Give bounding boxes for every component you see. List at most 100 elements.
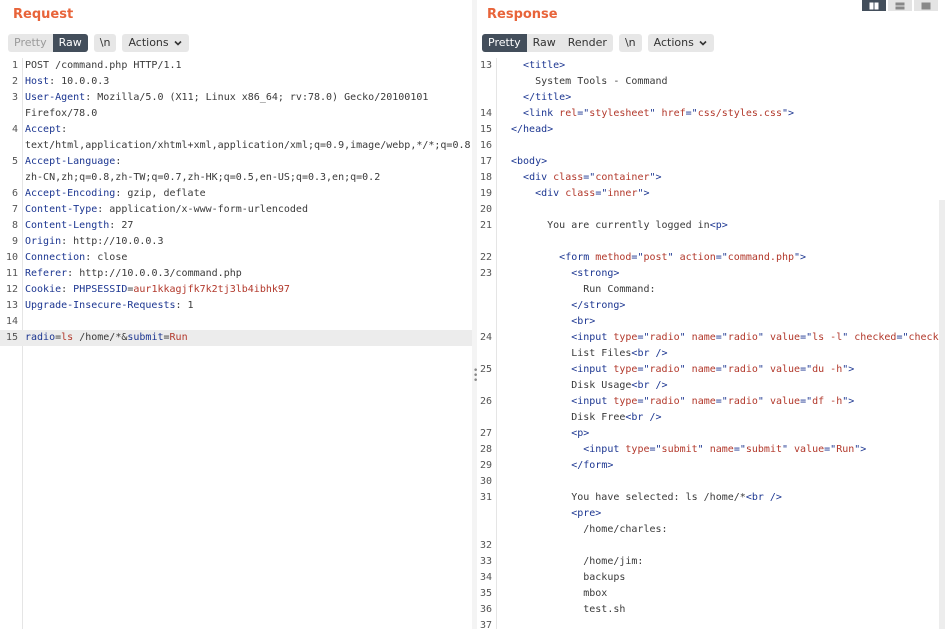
line-number: 6	[11, 188, 18, 199]
response-code-line	[477, 234, 945, 250]
response-render-button[interactable]: Render	[562, 34, 613, 52]
code-token: List Files	[511, 348, 632, 359]
response-code-line: 26 <input type="radio" name="radio" valu…	[477, 394, 945, 410]
line-number: 12	[5, 284, 18, 295]
response-code-line: 27 <p>	[477, 426, 945, 442]
request-actions-label: Actions	[128, 36, 169, 49]
code-token: <br />	[631, 348, 668, 359]
line-number: 14	[5, 316, 18, 327]
request-code-line: 5 Accept-Language:	[0, 154, 472, 170]
response-editor[interactable]: 13 <title> System Tools - Command </titl…	[477, 58, 945, 629]
code-token: ">	[854, 444, 867, 455]
line-number: 34	[479, 572, 492, 583]
code-text: </strong>	[511, 298, 625, 314]
response-code-line: 31 You have selected: ls /home/*<br />	[477, 490, 945, 506]
code-text: test.sh	[511, 602, 625, 618]
line-number: 20	[479, 204, 492, 215]
request-code-line: 7 Content-Type: application/x-www-form-ur…	[0, 202, 472, 218]
line-number: 30	[479, 476, 492, 487]
code-text: radio=ls /home/*&submit=Run	[25, 330, 188, 346]
response-pretty-button[interactable]: Pretty	[482, 34, 527, 52]
code-text: <body>	[511, 154, 547, 170]
response-code-line: 30	[477, 474, 945, 490]
response-scrollbar[interactable]	[939, 200, 945, 629]
code-text: POST /command.php HTTP/1.1	[25, 58, 182, 74]
line-number: 32	[479, 540, 492, 551]
code-token: ="	[800, 396, 813, 407]
code-token: : close	[85, 252, 128, 263]
response-code-line: 17 <body>	[477, 154, 945, 170]
response-code-line: 15 </head>	[477, 122, 945, 138]
response-code-line: 23 <strong>	[477, 266, 945, 282]
code-token: ="	[631, 252, 644, 263]
response-code-line: 32	[477, 538, 945, 554]
drag-handle-icon[interactable]: • • •	[473, 367, 478, 386]
code-token: You are currently logged in	[511, 220, 710, 231]
code-token: "	[757, 364, 770, 375]
layout-side-by-side-button[interactable]	[862, 0, 886, 11]
request-lines: 1 POST /command.php HTTP/1.1 2 Host: 10.0.0…	[0, 58, 472, 346]
code-text: <input type="submit" name="submit" value…	[511, 442, 866, 458]
request-toolbar: Pretty Raw \n Actions	[8, 34, 189, 52]
request-code-line: 4 Accept:	[0, 122, 472, 138]
layout-tabs-button[interactable]	[914, 0, 938, 11]
code-token: class	[553, 172, 584, 183]
line-number: 23	[479, 268, 492, 279]
code-token: Content-Length	[25, 220, 110, 231]
code-token: rel	[559, 108, 578, 119]
code-token: <body>	[511, 156, 548, 167]
code-token: ls	[61, 332, 74, 343]
code-text: You have selected: ls /home/*<br />	[511, 490, 782, 506]
code-token: ="	[649, 444, 662, 455]
line-number: 25	[479, 364, 492, 375]
code-token: ="	[824, 444, 837, 455]
response-actions-button[interactable]: Actions	[647, 34, 714, 52]
code-token: checked	[854, 332, 897, 343]
code-token: Referer	[25, 268, 68, 279]
code-token: type	[625, 444, 650, 455]
code-token: radio	[649, 364, 680, 375]
request-pane: Request Pretty Raw \n Actions 1 POST /com…	[0, 0, 472, 629]
line-number: 13	[479, 60, 492, 71]
response-code-line: System Tools - Command	[477, 74, 945, 90]
line-number: 27	[479, 428, 492, 439]
response-code-line: 28 <input type="submit" name="submit" va…	[477, 442, 945, 458]
request-editor[interactable]: 1 POST /command.php HTTP/1.1 2 Host: 10.0.0…	[0, 58, 472, 629]
code-token: ="	[896, 332, 909, 343]
code-token: aur1kkagjfk7k2tj3lb4ibhk97	[133, 284, 290, 295]
code-token: <div	[523, 172, 554, 183]
code-text: <form method="post" action="command.php"…	[511, 250, 806, 266]
code-token: ls -l	[812, 332, 843, 343]
request-raw-button[interactable]: Raw	[52, 34, 88, 52]
line-number: 29	[479, 460, 492, 471]
response-code-line: 24 <input type="radio" name="radio" valu…	[477, 330, 945, 346]
response-code-line: 18 <div class="container">	[477, 170, 945, 186]
request-code-line: 15 radio=ls /home/*&submit=Run	[0, 330, 472, 346]
request-newline-button[interactable]: \n	[93, 34, 117, 52]
layout-top-bottom-button[interactable]	[888, 0, 912, 11]
code-text: text/html,application/xhtml+xml,applicat…	[25, 138, 471, 154]
code-token: ="	[637, 332, 650, 343]
code-token: Host	[25, 76, 50, 87]
code-token: : http://10.0.0.3	[61, 236, 164, 247]
code-token: "	[757, 332, 770, 343]
line-number: 35	[479, 588, 492, 599]
request-code-line: 1 POST /command.php HTTP/1.1	[0, 58, 472, 74]
code-text: Content-Length: 27	[25, 218, 133, 234]
code-text: Referer: http://10.0.0.3/command.php	[25, 266, 242, 282]
code-token: stylesheet	[589, 108, 650, 119]
code-token: ">	[649, 172, 662, 183]
code-token: User-Agent	[25, 92, 86, 103]
line-number: 26	[479, 396, 492, 407]
code-token: check	[908, 332, 939, 343]
request-pretty-button[interactable]: Pretty	[8, 34, 53, 52]
response-code-line: 35 mbox	[477, 586, 945, 602]
response-newline-button[interactable]: \n	[618, 34, 642, 52]
response-raw-button[interactable]: Raw	[527, 34, 562, 52]
code-token: /home/charles:	[511, 524, 668, 535]
code-token: </head>	[511, 124, 554, 135]
request-actions-button[interactable]: Actions	[122, 34, 189, 52]
line-number: 4	[11, 124, 18, 135]
